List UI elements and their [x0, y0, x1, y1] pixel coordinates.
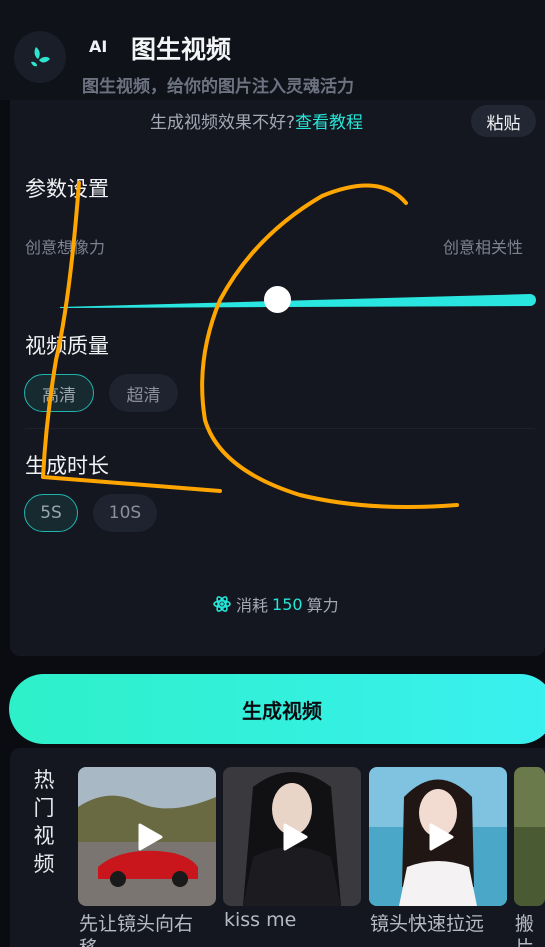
hot-video-caption-1-line2: 移 [79, 933, 98, 947]
quality-option-uhd[interactable]: 超清 [109, 374, 178, 412]
play-icon [283, 823, 308, 851]
tutorial-tip: 生成视频效果不好?查看教程 [150, 108, 363, 133]
hot-video-card-2[interactable] [223, 767, 361, 906]
hot-video-caption-4-line2: 片 [515, 933, 534, 947]
nature-thumbnail [514, 767, 545, 906]
play-icon [429, 823, 454, 851]
leaf-logo-icon [31, 47, 50, 67]
params-title: 参数设置 [25, 177, 109, 201]
tip-text: 生成视频效果不好? [150, 113, 296, 133]
slider-left-label: 创意想像力 [25, 238, 106, 257]
hot-videos-label: 热门视频 [33, 768, 55, 876]
hot-video-caption-2: kiss me [224, 909, 297, 931]
section-divider [25, 428, 535, 429]
duration-title: 生成时长 [25, 454, 109, 478]
hot-video-caption-4: 搬 [515, 913, 535, 935]
generate-video-button[interactable]: 生成视频 [9, 674, 545, 744]
hot-video-card-4[interactable] [514, 767, 545, 906]
app-logo [14, 31, 66, 83]
duration-option-10s[interactable]: 10S [93, 494, 157, 532]
tutorial-link[interactable]: 查看教程 [295, 113, 363, 133]
slider-thumb[interactable] [264, 286, 291, 313]
app-header: AI 图生视频 图生视频，给你的图片注入灵魂活力 [0, 0, 545, 100]
quality-title: 视频质量 [25, 334, 109, 358]
cost-amount: 150 [272, 594, 303, 614]
hot-video-card-1[interactable] [78, 767, 216, 906]
creativity-slider[interactable] [60, 288, 537, 312]
hot-video-card-3[interactable] [369, 767, 507, 906]
page-title: 图生视频 [131, 35, 232, 64]
paste-button[interactable]: 粘贴 [471, 105, 536, 137]
slider-track [60, 294, 536, 308]
play-icon [138, 823, 163, 851]
hot-video-caption-1: 先让镜头向右 [79, 913, 194, 935]
cost-info: 消耗 150 算力 [212, 592, 339, 616]
ai-tag: AI [89, 37, 108, 56]
hot-video-caption-3: 镜头快速拉远 [370, 913, 485, 935]
slider-right-label: 创意相关性 [443, 238, 524, 257]
duration-option-5s[interactable]: 5S [24, 494, 78, 532]
atom-icon [213, 596, 231, 612]
cost-prefix: 消耗 [236, 596, 269, 615]
page-subtitle: 图生视频，给你的图片注入灵魂活力 [82, 77, 354, 97]
cost-suffix: 算力 [306, 596, 339, 615]
quality-option-hd[interactable]: 高清 [24, 374, 94, 412]
